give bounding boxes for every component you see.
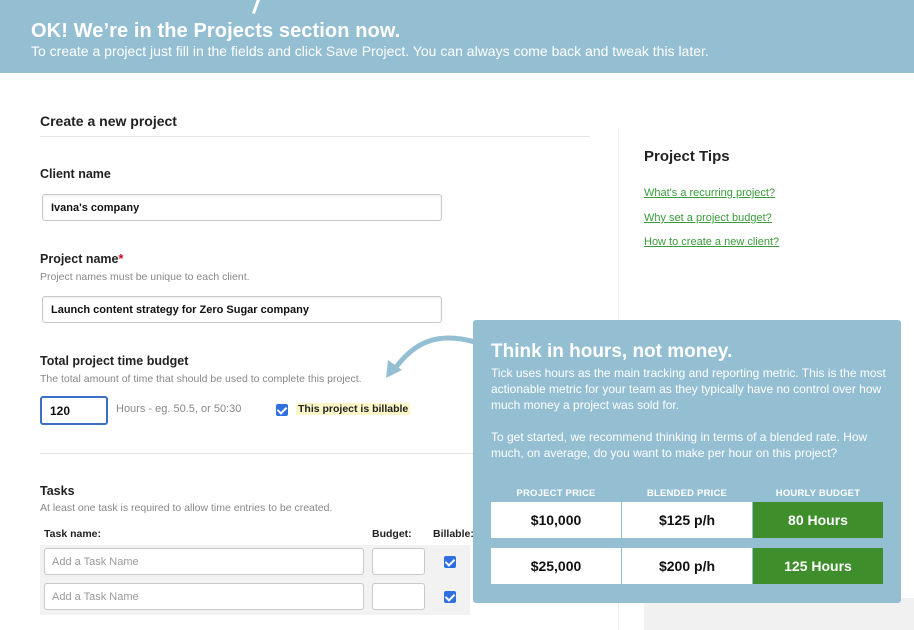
tip-link-budget[interactable]: Why set a project budget? — [644, 212, 772, 224]
blended-price-cell: $125 p/h — [622, 502, 752, 538]
project-price-header: PROJECT PRICE — [516, 488, 596, 499]
blended-price-header: BLENDED PRICE — [646, 488, 728, 499]
hours-tip-popover: Think in hours, not money. Tick uses hou… — [473, 320, 901, 603]
time-budget-field[interactable]: 120 — [40, 396, 108, 425]
popover-title: Think in hours, not money. — [491, 341, 733, 362]
blended-price-cell: $200 p/h — [622, 548, 752, 584]
task-budget-input[interactable] — [372, 583, 425, 610]
hourly-budget-cell: 80 Hours — [753, 502, 883, 538]
banner-subtitle: To create a project just fill in the fie… — [31, 43, 709, 59]
client-name-field[interactable]: Ivana's company — [42, 194, 442, 221]
divider — [40, 453, 480, 454]
time-budget-label: Total project time budget — [40, 354, 189, 368]
form-title: Create a new project — [40, 113, 177, 129]
project-name-hint: Project names must be unique to each cli… — [40, 271, 250, 283]
time-budget-hint: The total amount of time that should be … — [40, 373, 362, 385]
project-name-label-text: Project name — [40, 252, 119, 266]
task-budget-input[interactable] — [372, 548, 425, 575]
arrow-icon — [386, 335, 478, 378]
tip-link-recurring[interactable]: What's a recurring project? — [644, 187, 775, 199]
hourly-budget-header: HOURLY BUDGET — [775, 488, 861, 499]
pointer-mark — [252, 0, 261, 14]
project-price-cell: $10,000 — [491, 502, 621, 538]
popover-paragraph-2: To get started, we recommend thinking in… — [491, 430, 868, 460]
task-name-input[interactable]: Add a Task Name — [44, 583, 364, 610]
banner-title: OK! We’re in the Projects section now. — [31, 20, 401, 42]
project-price-cell: $25,000 — [491, 548, 621, 584]
tasks-label: Tasks — [40, 484, 75, 498]
task-name-input[interactable]: Add a Task Name — [44, 548, 364, 575]
task-billable-column-header: Billable: — [433, 528, 474, 540]
hourly-budget-cell: 125 Hours — [753, 548, 883, 584]
tasks-hint: At least one task is required to allow t… — [40, 502, 333, 514]
hours-format-hint: Hours - eg. 50.5, or 50:30 — [116, 403, 242, 415]
task-billable-checkbox[interactable] — [444, 556, 456, 568]
onboarding-banner: OK! We’re in the Projects section now. T… — [0, 0, 914, 73]
task-budget-column-header: Budget: — [372, 528, 412, 540]
task-billable-checkbox[interactable] — [444, 591, 456, 603]
popover-paragraph-1: Tick uses hours as the main tracking and… — [491, 366, 886, 412]
task-name-column-header: Task name: — [44, 528, 101, 540]
project-name-field[interactable]: Launch content strategy for Zero Sugar c… — [42, 296, 442, 323]
client-name-label: Client name — [40, 167, 111, 181]
task-list: Add a Task Name Add a Task Name — [40, 545, 470, 615]
divider — [40, 136, 590, 137]
project-name-label: Project name* — [40, 252, 123, 266]
project-tips-title: Project Tips — [644, 148, 730, 165]
required-mark: * — [118, 252, 124, 266]
billable-label: This project is billable — [296, 403, 411, 415]
tip-link-new-client[interactable]: How to create a new client? — [644, 236, 779, 248]
billable-checkbox[interactable] — [276, 404, 288, 416]
